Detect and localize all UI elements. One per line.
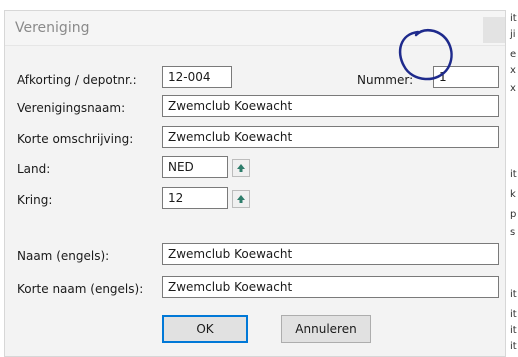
naam-engels-label: Naam (engels): <box>17 249 110 263</box>
korte-omschrijving-label: Korte omschrijving: <box>17 132 134 146</box>
afkorting-input[interactable]: 12-004 <box>162 66 232 88</box>
annotation-circle <box>398 28 453 81</box>
land-spin-button[interactable] <box>232 159 250 177</box>
land-input[interactable]: NED <box>162 156 228 178</box>
land-label: Land: <box>17 162 51 176</box>
close-button[interactable] <box>483 17 505 43</box>
kring-spin-button[interactable] <box>232 190 250 208</box>
kring-input[interactable]: 12 <box>162 187 228 209</box>
naam-engels-input[interactable]: Zwemclub Koewacht <box>162 243 499 265</box>
dialog-title: Vereniging <box>15 20 90 36</box>
kring-label: Kring: <box>17 193 53 207</box>
verenigingsnaam-label: Verenigingsnaam: <box>17 101 126 115</box>
cancel-button[interactable]: Annuleren <box>281 315 371 343</box>
afkorting-label: Afkorting / depotnr.: <box>17 73 137 87</box>
korte-omschrijving-input[interactable]: Zwemclub Koewacht <box>162 126 499 148</box>
ok-button[interactable]: OK <box>162 315 248 343</box>
korte-naam-engels-input[interactable]: Zwemclub Koewacht <box>162 276 499 298</box>
verenigingsnaam-input[interactable]: Zwemclub Koewacht <box>162 95 499 117</box>
up-arrow-icon <box>237 164 245 172</box>
up-arrow-icon <box>237 195 245 203</box>
korte-naam-engels-label: Korte naam (engels): <box>17 282 144 296</box>
